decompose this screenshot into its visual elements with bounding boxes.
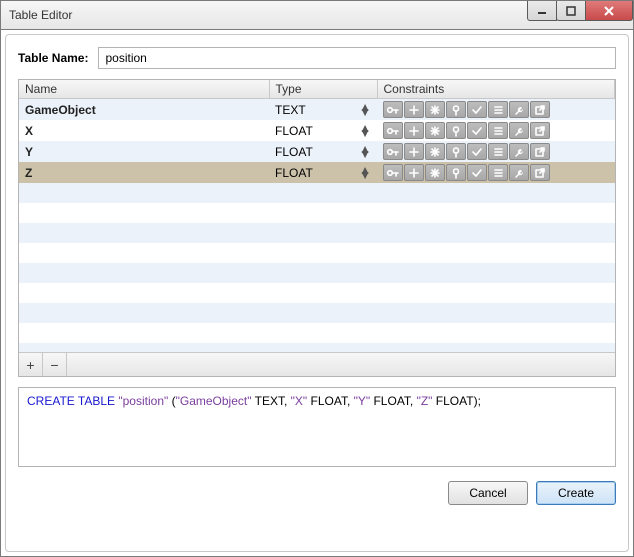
external-icon[interactable] xyxy=(530,122,550,139)
pin-icon[interactable] xyxy=(446,101,466,118)
table-row[interactable] xyxy=(19,283,615,303)
pin-icon[interactable] xyxy=(446,164,466,181)
plus-icon[interactable] xyxy=(404,143,424,160)
column-constraints-cell xyxy=(377,162,615,183)
check-icon[interactable] xyxy=(467,101,487,118)
create-button[interactable]: Create xyxy=(536,481,616,505)
constraint-buttons xyxy=(383,101,609,118)
external-icon[interactable] xyxy=(530,143,550,160)
grid-footer: + − xyxy=(19,352,615,376)
key-icon[interactable] xyxy=(383,101,403,118)
plus-icon[interactable] xyxy=(404,122,424,139)
pin-icon[interactable] xyxy=(446,143,466,160)
list-icon[interactable] xyxy=(488,143,508,160)
minimize-button[interactable] xyxy=(527,1,557,21)
sql-keyword: CREATE TABLE xyxy=(27,394,115,408)
column-type-cell[interactable]: FLOAT▲▼ xyxy=(269,120,377,141)
key-icon[interactable] xyxy=(383,122,403,139)
columns-table: Name Type Constraints GameObjectTEXT▲▼XF… xyxy=(18,79,616,377)
type-stepper[interactable]: ▲▼ xyxy=(359,147,371,157)
editor-panel: Table Name: Name Type Constraints GameOb… xyxy=(5,34,629,552)
table-row[interactable] xyxy=(19,203,615,223)
window-body: Table Name: Name Type Constraints GameOb… xyxy=(0,30,634,557)
cancel-button[interactable]: Cancel xyxy=(448,481,528,505)
wrench-icon[interactable] xyxy=(509,101,529,118)
asterisk-icon[interactable] xyxy=(425,122,445,139)
key-icon[interactable] xyxy=(383,164,403,181)
list-icon[interactable] xyxy=(488,101,508,118)
window-controls xyxy=(528,1,633,21)
sql-col: "Z" xyxy=(417,394,433,408)
column-constraints-cell xyxy=(377,141,615,162)
list-icon[interactable] xyxy=(488,122,508,139)
column-type-cell[interactable]: FLOAT▲▼ xyxy=(269,141,377,162)
sql-col: "GameObject" xyxy=(176,394,252,408)
sql-text: FLOAT, xyxy=(307,394,353,408)
constraint-buttons xyxy=(383,143,609,160)
table-row[interactable]: YFLOAT▲▼ xyxy=(19,141,615,162)
type-stepper[interactable]: ▲▼ xyxy=(359,126,371,136)
table-row[interactable] xyxy=(19,223,615,243)
sql-table: "position" xyxy=(118,394,168,408)
external-icon[interactable] xyxy=(530,101,550,118)
header-name[interactable]: Name xyxy=(19,80,269,99)
wrench-icon[interactable] xyxy=(509,164,529,181)
table-row[interactable] xyxy=(19,303,615,323)
sql-text: ( xyxy=(168,394,175,408)
type-stepper[interactable]: ▲▼ xyxy=(359,168,371,178)
constraint-buttons xyxy=(383,164,609,181)
table-row[interactable] xyxy=(19,263,615,283)
sql-text: FLOAT); xyxy=(432,394,480,408)
table-name-row: Table Name: xyxy=(18,47,616,69)
sql-col: "Y" xyxy=(354,394,371,408)
header-type[interactable]: Type xyxy=(269,80,377,99)
titlebar[interactable]: Table Editor xyxy=(0,0,634,30)
table-row[interactable]: GameObjectTEXT▲▼ xyxy=(19,99,615,121)
asterisk-icon[interactable] xyxy=(425,143,445,160)
key-icon[interactable] xyxy=(383,143,403,160)
header-constraints[interactable]: Constraints xyxy=(377,80,615,99)
column-name-cell[interactable]: Y xyxy=(19,141,269,162)
window-title: Table Editor xyxy=(9,8,72,22)
column-name-cell[interactable]: X xyxy=(19,120,269,141)
external-icon[interactable] xyxy=(530,164,550,181)
table-name-input[interactable] xyxy=(98,47,616,69)
remove-row-button[interactable]: − xyxy=(43,353,67,376)
sql-text: FLOAT, xyxy=(370,394,416,408)
column-constraints-cell xyxy=(377,99,615,121)
maximize-button[interactable] xyxy=(556,1,586,21)
table-row[interactable] xyxy=(19,183,615,203)
dialog-buttons: Cancel Create xyxy=(18,477,616,505)
column-type-cell[interactable]: TEXT▲▼ xyxy=(269,99,377,121)
add-row-button[interactable]: + xyxy=(19,353,43,376)
column-name-cell[interactable]: GameObject xyxy=(19,99,269,121)
wrench-icon[interactable] xyxy=(509,143,529,160)
close-button[interactable] xyxy=(585,1,633,21)
plus-icon[interactable] xyxy=(404,164,424,181)
check-icon[interactable] xyxy=(467,122,487,139)
wrench-icon[interactable] xyxy=(509,122,529,139)
table-row[interactable]: XFLOAT▲▼ xyxy=(19,120,615,141)
check-icon[interactable] xyxy=(467,164,487,181)
column-name-cell[interactable]: Z xyxy=(19,162,269,183)
type-stepper[interactable]: ▲▼ xyxy=(359,105,371,115)
table-name-label: Table Name: xyxy=(18,51,88,65)
sql-col: "X" xyxy=(291,394,308,408)
check-icon[interactable] xyxy=(467,143,487,160)
table-row[interactable] xyxy=(19,243,615,263)
table-row[interactable] xyxy=(19,323,615,343)
column-constraints-cell xyxy=(377,120,615,141)
list-icon[interactable] xyxy=(488,164,508,181)
constraint-buttons xyxy=(383,122,609,139)
pin-icon[interactable] xyxy=(446,122,466,139)
table-row[interactable] xyxy=(19,343,615,352)
column-type-cell[interactable]: FLOAT▲▼ xyxy=(269,162,377,183)
sql-text: TEXT, xyxy=(252,394,291,408)
table-row[interactable]: ZFLOAT▲▼ xyxy=(19,162,615,183)
asterisk-icon[interactable] xyxy=(425,101,445,118)
asterisk-icon[interactable] xyxy=(425,164,445,181)
plus-icon[interactable] xyxy=(404,101,424,118)
sql-preview[interactable]: CREATE TABLE "position" ("GameObject" TE… xyxy=(18,387,616,467)
columns-grid[interactable]: Name Type Constraints GameObjectTEXT▲▼XF… xyxy=(19,80,615,352)
